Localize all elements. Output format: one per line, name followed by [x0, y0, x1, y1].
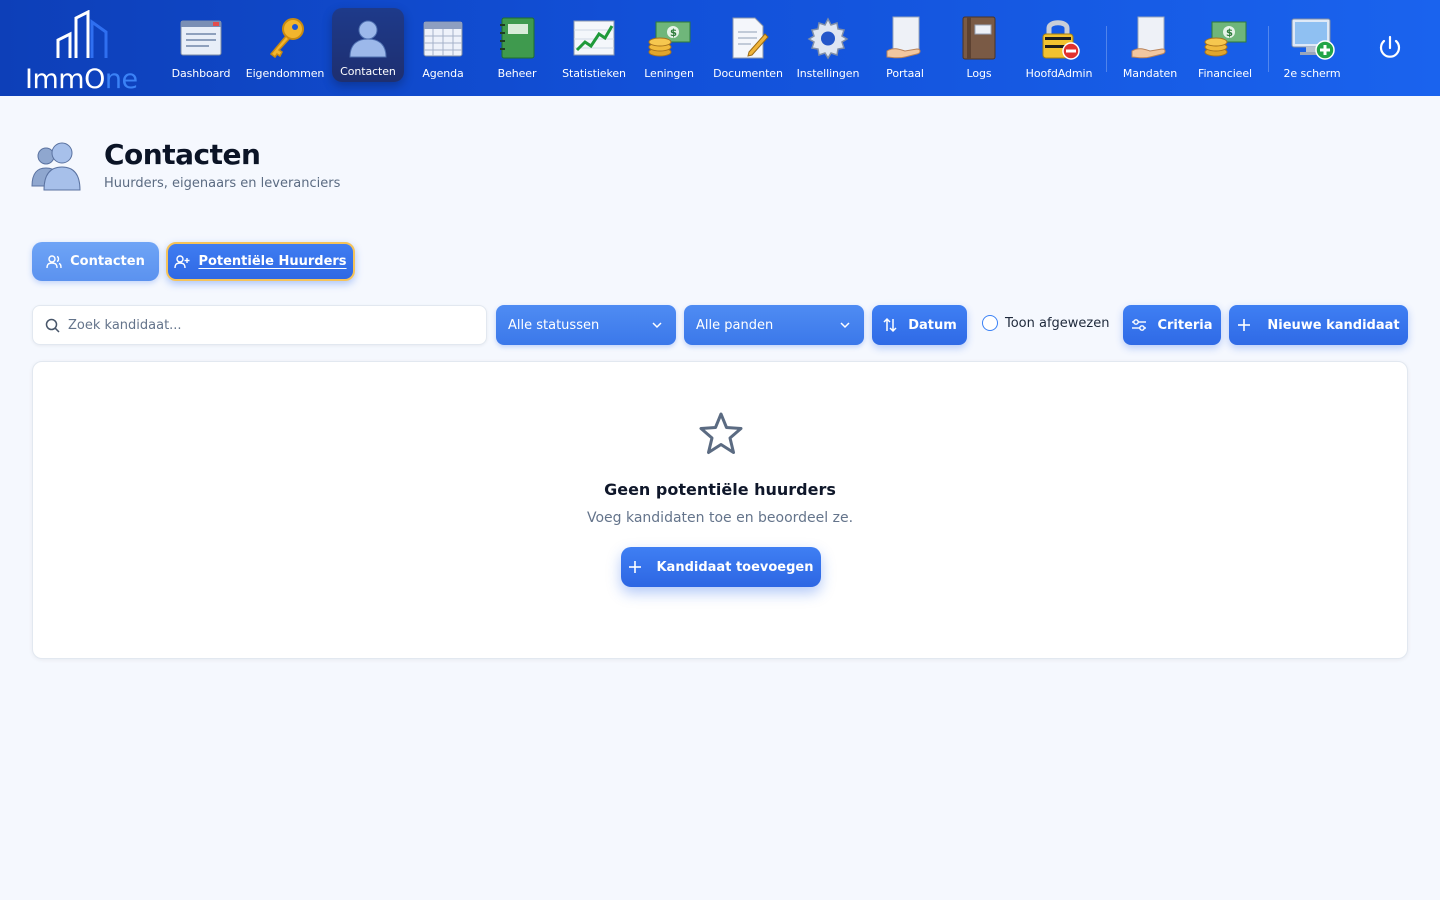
nav-financieel[interactable]: $ Financieel: [1194, 8, 1256, 82]
money-coins-icon: $: [645, 14, 693, 62]
plus-icon: [1238, 319, 1251, 331]
logo-text: ImmOne: [25, 64, 138, 95]
nav-hoofdadmin[interactable]: HoofdAdmin: [1024, 8, 1094, 82]
nav-agenda[interactable]: Agenda: [412, 8, 474, 82]
power-icon: [1379, 35, 1401, 58]
notebook-icon: [493, 14, 541, 62]
nav-label: Agenda: [422, 67, 464, 80]
page-title: Contacten: [104, 138, 261, 171]
nav-label: Logs: [966, 67, 992, 80]
nav-label: Eigendommen: [245, 67, 325, 80]
gear-icon: [804, 14, 852, 62]
nav-separator: [1106, 26, 1107, 72]
new-candidate-button[interactable]: Nieuwe kandidaat: [1229, 305, 1408, 345]
hand-card-icon: [881, 14, 929, 62]
nav-documenten[interactable]: Documenten: [712, 8, 784, 82]
nav-beheer[interactable]: Beheer: [486, 8, 548, 82]
chart-icon: [570, 14, 618, 62]
logbook-icon: [955, 14, 1003, 62]
search-input[interactable]: [68, 317, 448, 333]
chevron-down-icon: [840, 322, 850, 329]
new-candidate-button-label: Nieuwe kandidaat: [1267, 317, 1400, 333]
tab-potentiele-huurders[interactable]: Potentiële Huurders: [166, 242, 355, 281]
status-select-value: Alle statussen: [508, 317, 600, 333]
tab-label: Potentiële Huurders: [198, 254, 347, 269]
criteria-button[interactable]: Criteria: [1123, 305, 1221, 345]
dashboard-window-icon: [177, 14, 225, 62]
nav-second-screen[interactable]: 2e scherm: [1280, 8, 1344, 82]
nav-statistieken[interactable]: Statistieken: [560, 8, 628, 82]
nav-contacten[interactable]: Contacten: [332, 8, 404, 82]
calendar-icon: [419, 14, 467, 62]
empty-state-title: Geen potentiële huurders: [604, 480, 836, 499]
document-pencil-icon: [724, 14, 772, 62]
sort-button-label: Datum: [908, 317, 957, 333]
nav-separator: [1268, 26, 1269, 72]
page-subtitle: Huurders, eigenaars en leveranciers: [104, 176, 341, 191]
star-icon: [699, 412, 743, 454]
chevron-down-icon: [652, 322, 662, 329]
nav-instellingen[interactable]: Instellingen: [796, 8, 860, 82]
user-plus-icon: [174, 254, 190, 268]
svg-text:$: $: [1226, 28, 1233, 39]
candidates-panel: Geen potentiële huurders Voeg kandidaten…: [32, 361, 1408, 659]
nav-dashboard[interactable]: Dashboard: [168, 8, 234, 82]
nav-label: HoofdAdmin: [1025, 67, 1093, 80]
property-select-value: Alle panden: [696, 317, 774, 333]
show-rejected-radio[interactable]: [982, 315, 998, 331]
power-button[interactable]: [1374, 32, 1406, 64]
nav-label: Documenten: [713, 67, 783, 80]
nav-portaal[interactable]: Portaal: [876, 8, 934, 82]
status-select[interactable]: Alle statussen: [496, 305, 676, 345]
tab-contacten[interactable]: Contacten: [32, 242, 159, 281]
search-icon: [45, 318, 60, 333]
monitor-add-icon: [1288, 14, 1336, 62]
nav-label: 2e scherm: [1283, 67, 1341, 80]
nav-logs[interactable]: Logs: [952, 8, 1006, 82]
nav-label: Beheer: [497, 67, 537, 80]
sort-date-button[interactable]: Datum: [872, 305, 967, 345]
app-logo[interactable]: ImmOne: [22, 8, 148, 95]
nav-label: Dashboard: [171, 67, 231, 80]
svg-text:$: $: [670, 28, 677, 39]
empty-state-subtitle: Voeg kandidaten toe en beoordeel ze.: [586, 510, 854, 526]
plus-icon: [629, 561, 642, 573]
nav-label: Financieel: [1198, 67, 1252, 80]
user-icon: [344, 14, 392, 62]
money-coins-icon: $: [1201, 14, 1249, 62]
sort-arrows-icon: [883, 317, 897, 333]
users-icon: [31, 142, 81, 191]
search-box[interactable]: [32, 305, 487, 345]
add-candidate-button-label: Kandidaat toevoegen: [656, 559, 814, 575]
top-navigation-bar: ImmOne Dashboard Eigendommen Contacten A…: [0, 0, 1440, 96]
padlock-icon: [1035, 14, 1083, 62]
sliders-icon: [1132, 319, 1147, 331]
nav-leningen[interactable]: $ Leningen: [638, 8, 700, 82]
hand-card-icon: [1126, 14, 1174, 62]
nav-label: Instellingen: [796, 67, 860, 80]
nav-label: Leningen: [644, 67, 694, 80]
nav-mandaten[interactable]: Mandaten: [1120, 8, 1180, 82]
key-icon: [261, 14, 309, 62]
show-rejected-label: Toon afgewezen: [1005, 315, 1110, 331]
add-candidate-button[interactable]: Kandidaat toevoegen: [621, 547, 821, 587]
users-icon: [46, 254, 62, 268]
criteria-button-label: Criteria: [1157, 317, 1213, 333]
show-rejected-toggle[interactable]: Toon afgewezen: [982, 315, 1110, 331]
property-select[interactable]: Alle panden: [684, 305, 864, 345]
nav-label: Portaal: [886, 67, 924, 80]
tab-label: Contacten: [70, 254, 145, 269]
nav-label: Contacten: [340, 65, 396, 78]
buildings-logo-icon: [56, 10, 108, 58]
page-header-icon: [30, 140, 90, 192]
nav-label: Statistieken: [562, 67, 626, 80]
nav-eigendommen[interactable]: Eigendommen: [246, 8, 324, 82]
nav-label: Mandaten: [1122, 67, 1178, 80]
